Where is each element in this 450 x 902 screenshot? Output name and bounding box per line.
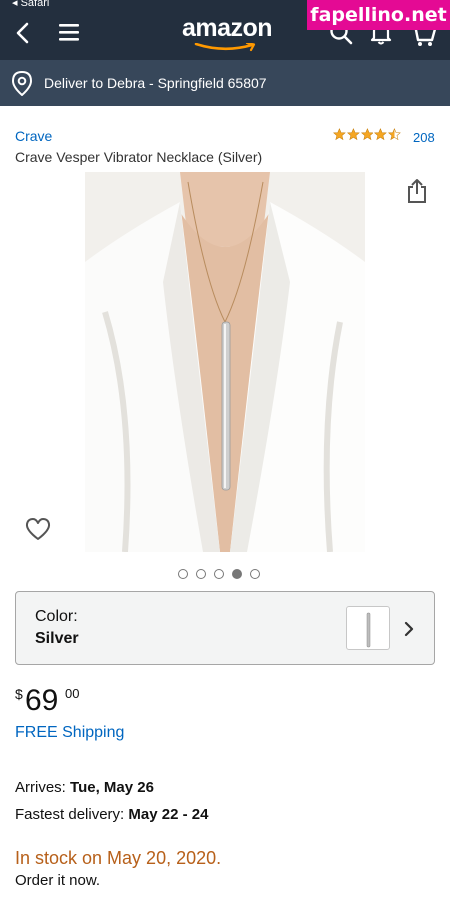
price-currency: $ — [15, 686, 23, 702]
back-icon — [16, 22, 29, 44]
color-label: Color: — [35, 608, 78, 625]
menu-icon — [59, 24, 79, 41]
carousel-dot-active[interactable] — [232, 569, 242, 579]
product-title: Crave Vesper Vibrator Necklace (Silver) — [15, 149, 263, 165]
arrives-label: Arrives: — [15, 779, 66, 796]
order-now-text: Order it now. — [15, 872, 101, 889]
back-button[interactable] — [12, 20, 36, 46]
chevron-right-icon — [404, 621, 414, 637]
heart-icon — [25, 518, 51, 540]
fastest-value: May 22 - 24 — [128, 806, 209, 823]
stock-status: In stock on May 20, 2020. — [15, 848, 222, 868]
deliver-to-text: Deliver to Debra - Springfield 65807 — [44, 75, 267, 91]
top-navigation-bar: ◂ Safari amazon fapellino.net — [0, 0, 450, 60]
carousel-dot[interactable] — [250, 569, 260, 579]
price-fraction: 00 — [65, 686, 80, 701]
amazon-logo[interactable]: amazon — [182, 14, 273, 52]
half-star-icon — [388, 128, 401, 141]
logo-smile-icon — [194, 43, 256, 52]
star-rating[interactable] — [333, 128, 401, 142]
color-value: Silver — [35, 630, 79, 647]
menu-button[interactable] — [58, 22, 80, 42]
carousel-dot[interactable] — [178, 569, 188, 579]
color-swatch-thumbnail[interactable] — [346, 606, 390, 650]
brand-link[interactable]: Crave — [15, 128, 52, 144]
price-whole: 69 — [25, 684, 59, 717]
carousel-dot[interactable] — [214, 569, 224, 579]
share-icon — [408, 179, 426, 203]
product-image[interactable] — [85, 172, 365, 552]
location-pin-icon — [11, 70, 33, 96]
add-to-wishlist-button[interactable] — [24, 516, 52, 542]
star-icon — [374, 128, 388, 141]
deliver-to-bar[interactable]: Deliver to Debra - Springfield 65807 — [0, 60, 450, 106]
star-icon — [346, 128, 360, 141]
pendant-thumbnail-icon — [366, 612, 371, 648]
logo-text: amazon — [182, 14, 273, 42]
carousel-dot[interactable] — [196, 569, 206, 579]
arrives-value: Tue, May 26 — [70, 779, 154, 796]
share-button[interactable] — [405, 178, 429, 204]
star-icon — [360, 128, 374, 141]
arrival-date: Arrives: Tue, May 26 — [15, 779, 154, 796]
fastest-delivery: Fastest delivery: May 22 - 24 — [15, 806, 208, 823]
fastest-label: Fastest delivery: — [15, 806, 125, 823]
watermark-badge: fapellino.net — [307, 0, 450, 30]
star-icon — [333, 128, 346, 141]
color-selector[interactable]: Color: Silver — [15, 591, 435, 665]
rating-count-link[interactable]: 208 — [413, 130, 435, 145]
image-carousel-dots[interactable] — [178, 569, 260, 579]
free-shipping-link[interactable]: FREE Shipping — [15, 724, 124, 742]
product-photo — [85, 172, 365, 552]
status-bar-text: ◂ Safari — [12, 0, 50, 9]
